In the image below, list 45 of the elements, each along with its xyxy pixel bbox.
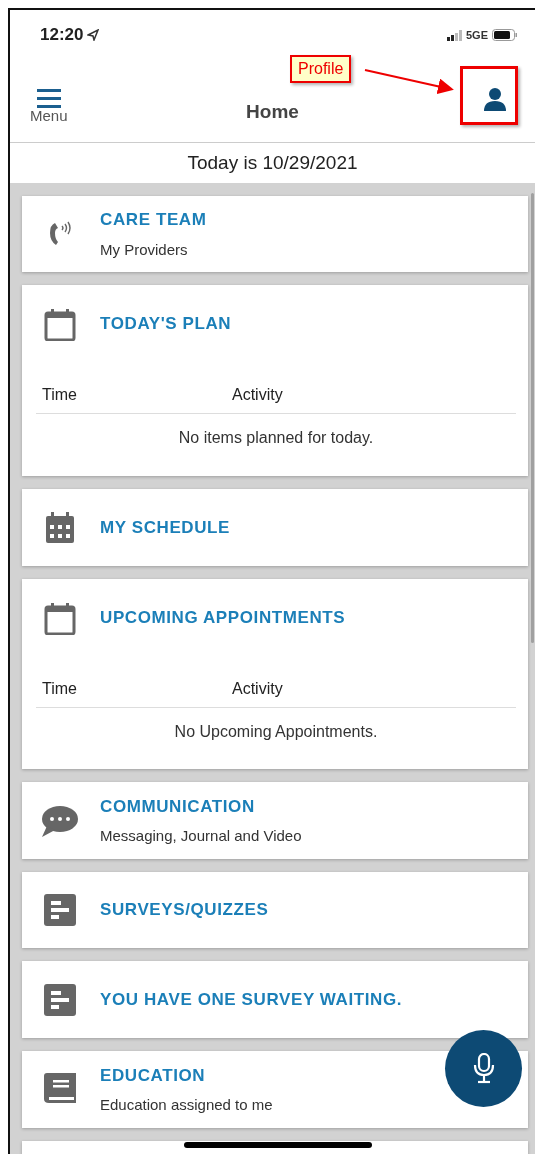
- document-icon: [43, 893, 77, 927]
- card-subtitle: My Providers: [100, 239, 189, 260]
- card-title[interactable]: UPCOMING APPOINTMENTS: [100, 605, 346, 631]
- card-title[interactable]: EDUCATION: [100, 1062, 273, 1088]
- column-header: Time: [42, 385, 78, 405]
- empty-message: No Upcoming Appointments.: [173, 722, 379, 742]
- signal-icon: [447, 29, 462, 41]
- card-title[interactable]: MY SCHEDULE: [100, 514, 231, 541]
- clock-time: 12:20: [40, 24, 84, 47]
- card-background[interactable]: COMMUNICATION Messaging, Journal and Video: [22, 782, 528, 859]
- person-icon: [483, 86, 507, 111]
- card-title[interactable]: CARE TEAM: [100, 207, 207, 233]
- card-subtitle: Messaging, Journal and Video: [100, 826, 302, 846]
- card-background[interactable]: UPCOMING APPOINTMENTS Time Activity No Upcoming Appointments.: [22, 579, 528, 769]
- phone-icon: [47, 220, 73, 248]
- card-background[interactable]: YOU HAVE ONE SURVEY WAITING.: [22, 961, 528, 1038]
- card-title[interactable]: YOU HAVE ONE SURVEY WAITING.: [100, 986, 403, 1013]
- card-background[interactable]: SURVEYS/QUIZZES: [22, 872, 528, 948]
- column-header: Activity: [232, 385, 283, 405]
- highlight-frame: [460, 66, 518, 125]
- chat-icon: [41, 803, 79, 838]
- microphone-icon: [471, 1053, 496, 1084]
- callout-label: Profile: [290, 55, 352, 83]
- calendar-icon: [44, 511, 76, 544]
- card-subtitle: Education assigned to me: [100, 1095, 273, 1115]
- card-title[interactable]: TODAY'S PLAN: [100, 311, 232, 337]
- date-text: Today is 10/29/2021: [186, 150, 359, 175]
- page-title: Home: [246, 101, 299, 122]
- menu-icon: [36, 89, 61, 109]
- battery-icon: [492, 29, 517, 41]
- card-background[interactable]: MY SCHEDULE: [22, 489, 528, 566]
- document-icon: [43, 982, 77, 1017]
- location-arrow-icon: [87, 29, 100, 41]
- menu-button[interactable]: Menu: [30, 89, 68, 125]
- calendar-icon: [44, 307, 76, 341]
- empty-message: No items planned for today.: [177, 428, 375, 448]
- card-background[interactable]: CARE TEAM My Providers: [22, 196, 528, 272]
- card-background[interactable]: TODAY'S PLAN Time Activity No items planned for today.: [22, 285, 528, 476]
- network-type: 5GE: [466, 27, 488, 43]
- column-header: Activity: [232, 679, 283, 699]
- column-header: Time: [42, 679, 78, 699]
- card-title[interactable]: SURVEYS/QUIZZES: [100, 897, 269, 923]
- calendar-icon: [44, 601, 76, 635]
- card-background[interactable]: EDUCATION Education assigned to me: [22, 1051, 528, 1128]
- card-title[interactable]: COMMUNICATION: [100, 793, 302, 819]
